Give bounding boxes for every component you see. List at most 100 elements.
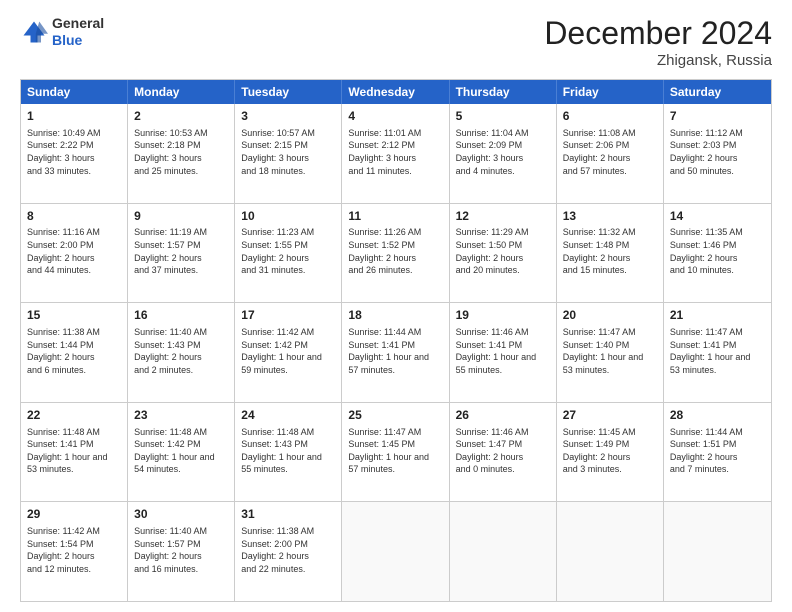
day-info: Sunrise: 11:46 AMSunset: 1:47 PMDaylight…	[456, 426, 550, 476]
day-info: Sunrise: 11:38 AMSunset: 2:00 PMDaylight…	[241, 525, 335, 575]
day-info: Sunrise: 11:23 AMSunset: 1:55 PMDaylight…	[241, 226, 335, 276]
day-number: 12	[456, 208, 550, 225]
day-info: Sunrise: 11:26 AMSunset: 1:52 PMDaylight…	[348, 226, 442, 276]
calendar-row-4: 22Sunrise: 11:48 AMSunset: 1:41 PMDaylig…	[21, 402, 771, 502]
day-number: 2	[134, 108, 228, 125]
day-number: 29	[27, 506, 121, 523]
logo-general-text: General	[52, 15, 104, 32]
logo-icon	[20, 18, 48, 46]
calendar-cell-22: 22Sunrise: 11:48 AMSunset: 1:41 PMDaylig…	[21, 403, 128, 502]
logo-blue-text: Blue	[52, 32, 104, 49]
calendar-cell-27: 27Sunrise: 11:45 AMSunset: 1:49 PMDaylig…	[557, 403, 664, 502]
day-number: 7	[670, 108, 765, 125]
day-number: 31	[241, 506, 335, 523]
location-subtitle: Zhigansk, Russia	[544, 52, 772, 69]
day-number: 18	[348, 307, 442, 324]
calendar-cell-19: 19 Sunrise: 11:46 AMSunset: 1:41 PMDaylig…	[450, 303, 557, 402]
day-info: Sunrise: 11:04 AMSunset: 2:09 PMDaylight…	[456, 127, 550, 177]
calendar-cell-31: 31 Sunrise: 11:38 AMSunset: 2:00 PMDaylig…	[235, 502, 342, 601]
calendar-cell-2: 2 Sunrise: 10:53 AMSunset: 2:18 PMDayligh…	[128, 104, 235, 203]
day-info: Sunrise: 11:40 AMSunset: 1:57 PMDaylight…	[134, 525, 228, 575]
calendar-cell-empty	[664, 502, 771, 601]
header-day-sunday: Sunday	[21, 80, 128, 104]
calendar-cell-empty	[342, 502, 449, 601]
calendar-header: SundayMondayTuesdayWednesdayThursdayFrid…	[21, 80, 771, 104]
header-day-monday: Monday	[128, 80, 235, 104]
calendar-cell-24: 24Sunrise: 11:48 AMSunset: 1:43 PMDaylig…	[235, 403, 342, 502]
calendar-cell-26: 26 Sunrise: 11:46 AMSunset: 1:47 PMDaylig…	[450, 403, 557, 502]
page: General Blue December 2024 Zhigansk, Rus…	[0, 0, 792, 612]
day-info: Sunrise: 11:29 AMSunset: 1:50 PMDaylight…	[456, 226, 550, 276]
calendar-cell-21: 21 Sunrise: 11:47 AMSunset: 1:41 PMDaylig…	[664, 303, 771, 402]
day-info: Sunrise: 11:48 AMSunset: 1:42 PMDaylight…	[134, 426, 228, 476]
header-day-friday: Friday	[557, 80, 664, 104]
header-day-saturday: Saturday	[664, 80, 771, 104]
calendar-cell-23: 23 Sunrise: 11:48 AMSunset: 1:42 PMDaylig…	[128, 403, 235, 502]
calendar-row-1: 1Sunrise: 10:49 AMSunset: 2:22 PMDayligh…	[21, 104, 771, 203]
day-info: Sunrise: 10:57 AMSunset: 2:15 PMDaylight…	[241, 127, 335, 177]
day-number: 11	[348, 208, 442, 225]
calendar-cell-25: 25 Sunrise: 11:47 AMSunset: 1:45 PMDaylig…	[342, 403, 449, 502]
day-info: Sunrise: 11:40 AMSunset: 1:43 PMDaylight…	[134, 326, 228, 376]
day-info: Sunrise: 10:53 AMSunset: 2:18 PMDaylight…	[134, 127, 228, 177]
day-info: Sunrise: 10:49 AMSunset: 2:22 PMDaylight…	[27, 127, 121, 177]
calendar-cell-7: 7 Sunrise: 11:12 AMSunset: 2:03 PMDayligh…	[664, 104, 771, 203]
day-number: 21	[670, 307, 765, 324]
day-number: 13	[563, 208, 657, 225]
header-day-tuesday: Tuesday	[235, 80, 342, 104]
month-title: December 2024	[544, 15, 772, 52]
day-info: Sunrise: 11:38 AMSunset: 1:44 PMDaylight…	[27, 326, 121, 376]
day-number: 4	[348, 108, 442, 125]
calendar-cell-3: 3 Sunrise: 10:57 AMSunset: 2:15 PMDayligh…	[235, 104, 342, 203]
day-info: Sunrise: 11:01 AMSunset: 2:12 PMDaylight…	[348, 127, 442, 177]
calendar-cell-28: 28 Sunrise: 11:44 AMSunset: 1:51 PMDaylig…	[664, 403, 771, 502]
day-info: Sunrise: 11:42 AMSunset: 1:42 PMDaylight…	[241, 326, 335, 376]
day-number: 20	[563, 307, 657, 324]
calendar-cell-30: 30Sunrise: 11:40 AMSunset: 1:57 PMDaylig…	[128, 502, 235, 601]
calendar-cell-20: 20Sunrise: 11:47 AMSunset: 1:40 PMDaylig…	[557, 303, 664, 402]
day-info: Sunrise: 11:35 AMSunset: 1:46 PMDaylight…	[670, 226, 765, 276]
calendar-row-2: 8Sunrise: 11:16 AMSunset: 2:00 PMDayligh…	[21, 203, 771, 303]
calendar-cell-empty	[557, 502, 664, 601]
day-info: Sunrise: 11:12 AMSunset: 2:03 PMDaylight…	[670, 127, 765, 177]
day-number: 23	[134, 407, 228, 424]
day-number: 3	[241, 108, 335, 125]
day-number: 15	[27, 307, 121, 324]
day-info: Sunrise: 11:44 AMSunset: 1:41 PMDaylight…	[348, 326, 442, 376]
day-info: Sunrise: 11:08 AMSunset: 2:06 PMDaylight…	[563, 127, 657, 177]
day-number: 25	[348, 407, 442, 424]
calendar-cell-18: 18 Sunrise: 11:44 AMSunset: 1:41 PMDaylig…	[342, 303, 449, 402]
calendar-cell-9: 9Sunrise: 11:19 AMSunset: 1:57 PMDayligh…	[128, 204, 235, 303]
day-info: Sunrise: 11:48 AMSunset: 1:41 PMDaylight…	[27, 426, 121, 476]
header-day-wednesday: Wednesday	[342, 80, 449, 104]
day-number: 5	[456, 108, 550, 125]
day-info: Sunrise: 11:47 AMSunset: 1:41 PMDaylight…	[670, 326, 765, 376]
calendar-cell-5: 5 Sunrise: 11:04 AMSunset: 2:09 PMDayligh…	[450, 104, 557, 203]
day-number: 9	[134, 208, 228, 225]
calendar-cell-1: 1Sunrise: 10:49 AMSunset: 2:22 PMDayligh…	[21, 104, 128, 203]
day-number: 19	[456, 307, 550, 324]
calendar-cell-6: 6Sunrise: 11:08 AMSunset: 2:06 PMDayligh…	[557, 104, 664, 203]
calendar-cell-16: 16 Sunrise: 11:40 AMSunset: 1:43 PMDaylig…	[128, 303, 235, 402]
calendar-cell-8: 8Sunrise: 11:16 AMSunset: 2:00 PMDayligh…	[21, 204, 128, 303]
calendar-cell-empty	[450, 502, 557, 601]
day-info: Sunrise: 11:46 AMSunset: 1:41 PMDaylight…	[456, 326, 550, 376]
day-info: Sunrise: 11:32 AMSunset: 1:48 PMDaylight…	[563, 226, 657, 276]
day-number: 26	[456, 407, 550, 424]
day-number: 28	[670, 407, 765, 424]
calendar-row-3: 15 Sunrise: 11:38 AMSunset: 1:44 PMDaylig…	[21, 302, 771, 402]
header-day-thursday: Thursday	[450, 80, 557, 104]
day-info: Sunrise: 11:48 AMSunset: 1:43 PMDaylight…	[241, 426, 335, 476]
calendar-cell-10: 10Sunrise: 11:23 AMSunset: 1:55 PMDaylig…	[235, 204, 342, 303]
day-number: 16	[134, 307, 228, 324]
day-info: Sunrise: 11:47 AMSunset: 1:45 PMDaylight…	[348, 426, 442, 476]
calendar-cell-12: 12Sunrise: 11:29 AMSunset: 1:50 PMDaylig…	[450, 204, 557, 303]
day-number: 10	[241, 208, 335, 225]
calendar-cell-13: 13Sunrise: 11:32 AMSunset: 1:48 PMDaylig…	[557, 204, 664, 303]
day-info: Sunrise: 11:44 AMSunset: 1:51 PMDaylight…	[670, 426, 765, 476]
calendar-cell-17: 17 Sunrise: 11:42 AMSunset: 1:42 PMDaylig…	[235, 303, 342, 402]
calendar-cell-14: 14Sunrise: 11:35 AMSunset: 1:46 PMDaylig…	[664, 204, 771, 303]
day-number: 17	[241, 307, 335, 324]
day-info: Sunrise: 11:16 AMSunset: 2:00 PMDaylight…	[27, 226, 121, 276]
calendar-row-5: 29Sunrise: 11:42 AMSunset: 1:54 PMDaylig…	[21, 501, 771, 601]
